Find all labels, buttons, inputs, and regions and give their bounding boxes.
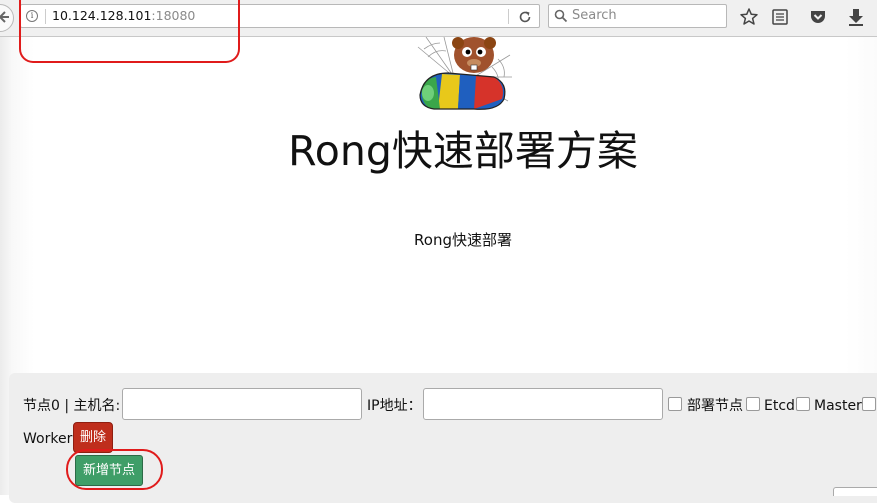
page-content: Rong快速部署方案 Rong快速部署 xyxy=(0,37,877,503)
bookmark-star-icon[interactable] xyxy=(739,7,759,27)
page-subtitle: Rong快速部署 xyxy=(414,231,512,249)
etcd-label: Etcd xyxy=(764,398,795,414)
back-button[interactable] xyxy=(0,4,14,32)
master-label: Master xyxy=(814,398,862,414)
search-placeholder: Search xyxy=(572,8,617,23)
worker-checkbox[interactable] xyxy=(862,397,876,411)
node-hostname-label: 节点0 | 主机名: xyxy=(23,398,121,414)
ip-address-input[interactable] xyxy=(423,388,663,420)
ip-label: IP地址： xyxy=(367,398,422,414)
deploy-node-label: 部署节点 xyxy=(687,398,743,414)
mascot-logo xyxy=(417,37,512,110)
worker-label: Worker xyxy=(23,431,73,447)
master-checkbox[interactable] xyxy=(796,397,810,411)
url-highlight-annotation xyxy=(19,0,240,63)
add-node-highlight-annotation xyxy=(66,449,163,490)
download-icon[interactable] xyxy=(846,7,866,27)
pocket-icon[interactable] xyxy=(808,7,828,27)
reload-icon[interactable] xyxy=(517,9,533,25)
search-bar[interactable]: Search xyxy=(548,4,727,28)
reading-list-icon[interactable] xyxy=(771,7,789,27)
hostname-input[interactable] xyxy=(122,388,362,420)
url-divider-right xyxy=(508,9,509,24)
page-title: Rong快速部署方案 xyxy=(288,127,638,175)
etcd-checkbox[interactable] xyxy=(746,397,760,411)
search-icon xyxy=(554,9,568,23)
back-arrow-icon xyxy=(0,11,9,23)
deploy-node-checkbox[interactable] xyxy=(668,397,682,411)
